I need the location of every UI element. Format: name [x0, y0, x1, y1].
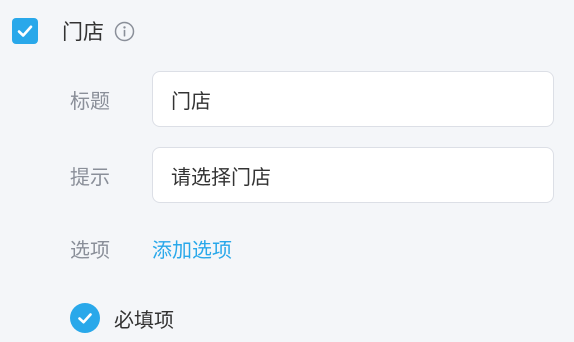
title-row: 标题 门店 — [70, 71, 554, 127]
info-circle-icon[interactable] — [114, 21, 135, 42]
field-title: 门店 — [62, 20, 104, 44]
required-check[interactable] — [70, 303, 100, 333]
hint-row: 提示 请选择门店 — [70, 147, 554, 203]
check-icon — [17, 25, 33, 37]
title-input[interactable]: 门店 — [152, 71, 554, 127]
hint-label: 提示 — [70, 164, 110, 189]
required-toggle[interactable]: 必填项 — [70, 300, 174, 336]
field-header: 门店 — [12, 16, 135, 46]
hint-input[interactable]: 请选择门店 — [152, 147, 554, 203]
options-row: 选项 添加选项 — [70, 230, 232, 266]
enable-checkbox[interactable] — [12, 18, 38, 44]
options-label: 选项 — [70, 237, 110, 262]
required-label: 必填项 — [114, 307, 174, 332]
check-icon — [78, 313, 92, 324]
add-option-link[interactable]: 添加选项 — [152, 234, 232, 263]
title-label: 标题 — [70, 88, 110, 113]
